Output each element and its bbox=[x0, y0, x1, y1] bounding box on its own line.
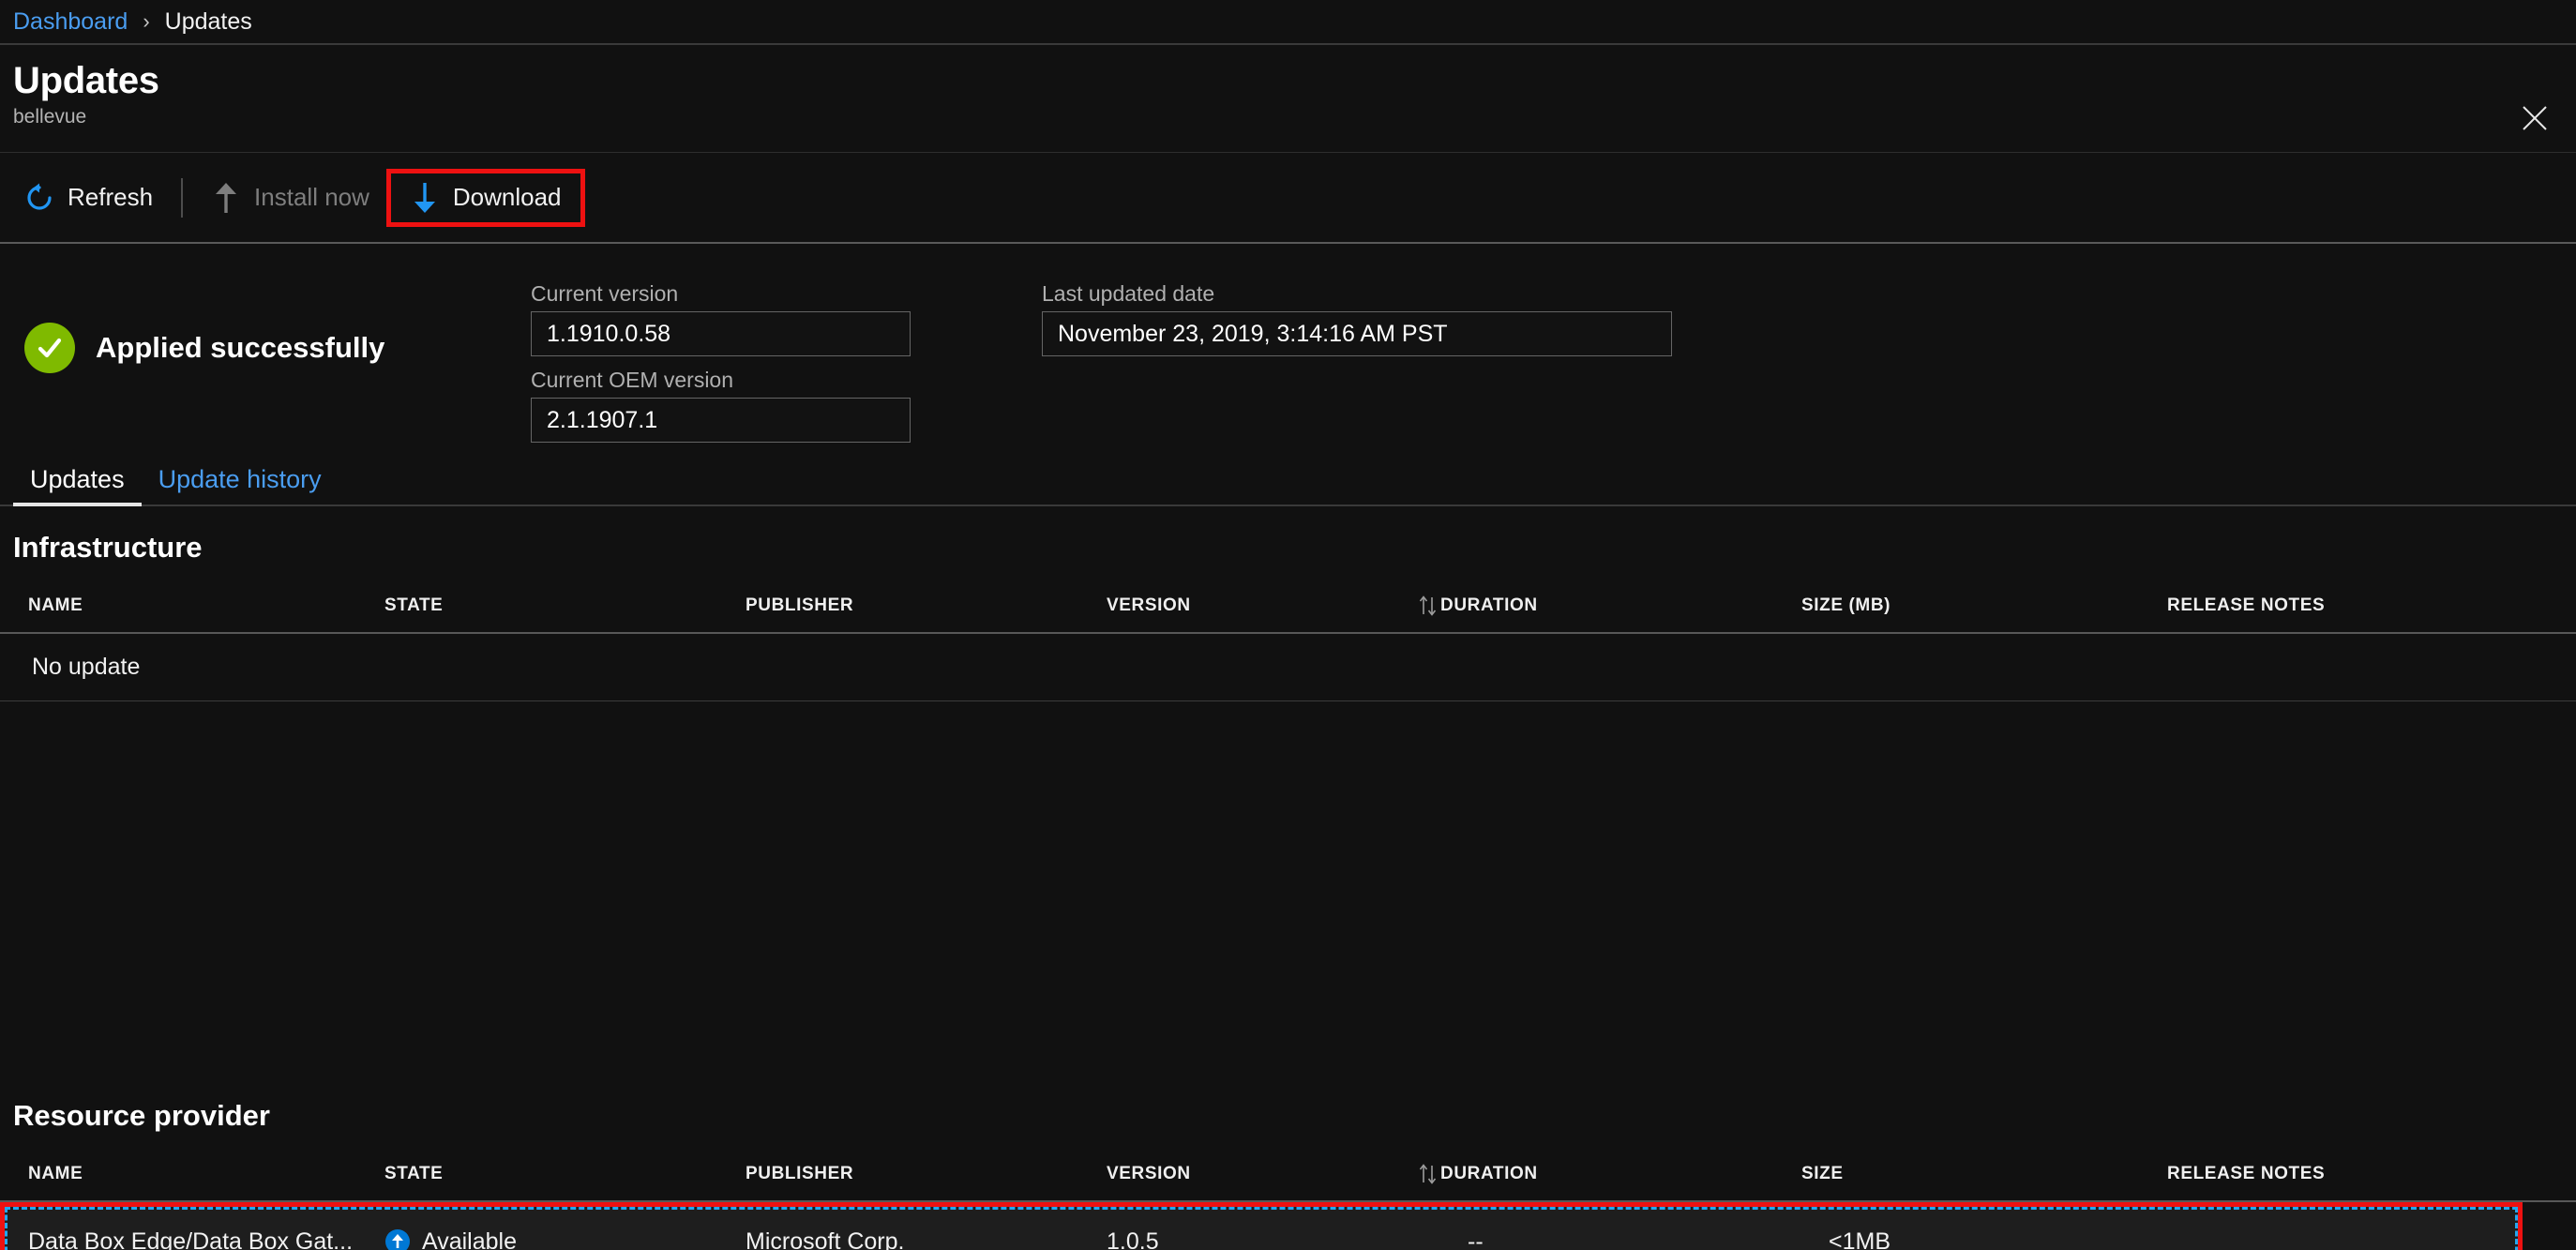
column-header-version[interactable]: VERSION bbox=[1107, 595, 1416, 616]
current-version-value: 1.1910.0.58 bbox=[531, 311, 911, 356]
close-icon bbox=[2523, 106, 2547, 130]
breadcrumb-link-dashboard[interactable]: Dashboard bbox=[13, 9, 128, 34]
column-header-publisher[interactable]: PUBLISHER bbox=[746, 595, 1107, 616]
cell-size: <1MB bbox=[1829, 1227, 1891, 1250]
tab-bar: Updates Update history bbox=[0, 454, 2576, 506]
page-subtitle: bellevue bbox=[13, 105, 87, 128]
tab-updates[interactable]: Updates bbox=[13, 467, 142, 506]
sort-arrows-icon bbox=[1419, 595, 1437, 616]
current-version-label: Current version bbox=[531, 281, 679, 306]
arrow-down-icon bbox=[414, 182, 435, 213]
cell-duration: -- bbox=[1468, 1227, 1484, 1250]
breadcrumb-current-updates: Updates bbox=[164, 8, 252, 35]
last-updated-label: Last updated date bbox=[1042, 281, 1215, 306]
last-updated-field-group: Last updated date November 23, 2019, 3:1… bbox=[1042, 283, 1672, 356]
resource-provider-table-header: NAME STATE PUBLISHER VERSION DURATION SI… bbox=[0, 1148, 2576, 1202]
infrastructure-section-title: Infrastructure bbox=[13, 531, 203, 564]
resource-provider-section-title: Resource provider bbox=[13, 1099, 270, 1132]
status-and-version-region: Applied successfully Current version 1.1… bbox=[0, 244, 2576, 443]
arrow-up-icon bbox=[216, 182, 237, 213]
status-label: Applied successfully bbox=[96, 331, 385, 364]
column-header-name[interactable]: NAME bbox=[28, 595, 384, 616]
page-title: Updates bbox=[13, 60, 159, 101]
infrastructure-table-header: NAME STATE PUBLISHER VERSION DURATION SI… bbox=[0, 580, 2576, 634]
toolbar-separator bbox=[181, 177, 184, 218]
checkmark-icon bbox=[38, 338, 62, 358]
cell-version: 1.0.5 bbox=[1107, 1227, 1159, 1250]
infrastructure-empty-row: No update bbox=[0, 634, 2576, 701]
refresh-icon bbox=[27, 183, 52, 210]
column-header-duration[interactable]: DURATION bbox=[1440, 1164, 1801, 1184]
tab-update-history[interactable]: Update history bbox=[142, 467, 339, 505]
page-header: Updates bellevue bbox=[0, 45, 2576, 153]
column-header-release-notes[interactable]: RELEASE NOTES bbox=[2167, 595, 2477, 616]
column-header-release-notes[interactable]: RELEASE NOTES bbox=[2167, 1164, 2477, 1184]
version-fields-group: Current version 1.1910.0.58 Current OEM … bbox=[531, 283, 911, 443]
sort-toggle-version[interactable] bbox=[1416, 594, 1440, 618]
column-header-version[interactable]: VERSION bbox=[1107, 1164, 1416, 1184]
install-now-label: Install now bbox=[254, 183, 369, 211]
last-updated-group: Last updated date November 23, 2019, 3:1… bbox=[1042, 283, 1672, 356]
current-version-field-group: Current version 1.1910.0.58 bbox=[531, 283, 911, 356]
column-header-size[interactable]: SIZE bbox=[1801, 1164, 2167, 1184]
install-now-button[interactable]: Install now bbox=[194, 171, 386, 225]
column-header-state[interactable]: STATE bbox=[384, 595, 746, 616]
available-up-arrow-icon bbox=[385, 1229, 410, 1250]
refresh-button[interactable]: Refresh bbox=[8, 171, 170, 225]
breadcrumb: Dashboard › Updates bbox=[0, 0, 2576, 45]
column-header-size[interactable]: SIZE (MB) bbox=[1801, 595, 2167, 616]
infrastructure-table: NAME STATE PUBLISHER VERSION DURATION SI… bbox=[0, 580, 2576, 701]
column-header-duration[interactable]: DURATION bbox=[1440, 595, 1801, 616]
sort-toggle-release-notes[interactable] bbox=[2477, 594, 2576, 618]
sort-toggle-release-notes[interactable] bbox=[2477, 1162, 2576, 1186]
column-header-state[interactable]: STATE bbox=[384, 1164, 746, 1184]
download-label: Download bbox=[452, 183, 562, 211]
column-header-name[interactable]: NAME bbox=[28, 1164, 384, 1184]
table-gap-spacer bbox=[0, 701, 2576, 1075]
refresh-label: Refresh bbox=[68, 183, 154, 211]
table-row[interactable]: Data Box Edge/Data Box Gat... Available … bbox=[8, 1210, 2515, 1250]
last-updated-value: November 23, 2019, 3:14:16 AM PST bbox=[1042, 311, 1672, 356]
cell-state: Available bbox=[384, 1228, 746, 1250]
current-oem-version-field-group: Current OEM version 2.1.1907.1 bbox=[531, 369, 911, 443]
command-toolbar: Refresh Install now Download bbox=[0, 153, 2576, 244]
download-button[interactable]: Download bbox=[385, 168, 585, 227]
current-oem-version-label: Current OEM version bbox=[531, 368, 734, 392]
cell-name: Data Box Edge/Data Box Gat... bbox=[28, 1227, 354, 1250]
close-button[interactable] bbox=[2514, 98, 2555, 139]
resource-provider-table: NAME STATE PUBLISHER VERSION DURATION SI… bbox=[0, 1148, 2576, 1250]
breadcrumb-separator-icon: › bbox=[143, 9, 150, 33]
sort-toggle-version[interactable] bbox=[1416, 1162, 1440, 1186]
cell-state-label: Available bbox=[422, 1227, 518, 1250]
check-circle-icon bbox=[24, 323, 75, 373]
current-oem-version-value: 2.1.1907.1 bbox=[531, 398, 911, 443]
cell-publisher: Microsoft Corp. bbox=[746, 1227, 905, 1250]
status-badge: Applied successfully bbox=[24, 323, 531, 373]
selected-row-highlight: Data Box Edge/Data Box Gat... Available … bbox=[0, 1202, 2523, 1250]
column-header-publisher[interactable]: PUBLISHER bbox=[746, 1164, 1107, 1184]
sort-arrows-icon bbox=[1419, 1164, 1437, 1184]
selected-row-focus-outline: Data Box Edge/Data Box Gat... Available … bbox=[5, 1207, 2518, 1250]
no-update-message: No update bbox=[32, 654, 141, 680]
